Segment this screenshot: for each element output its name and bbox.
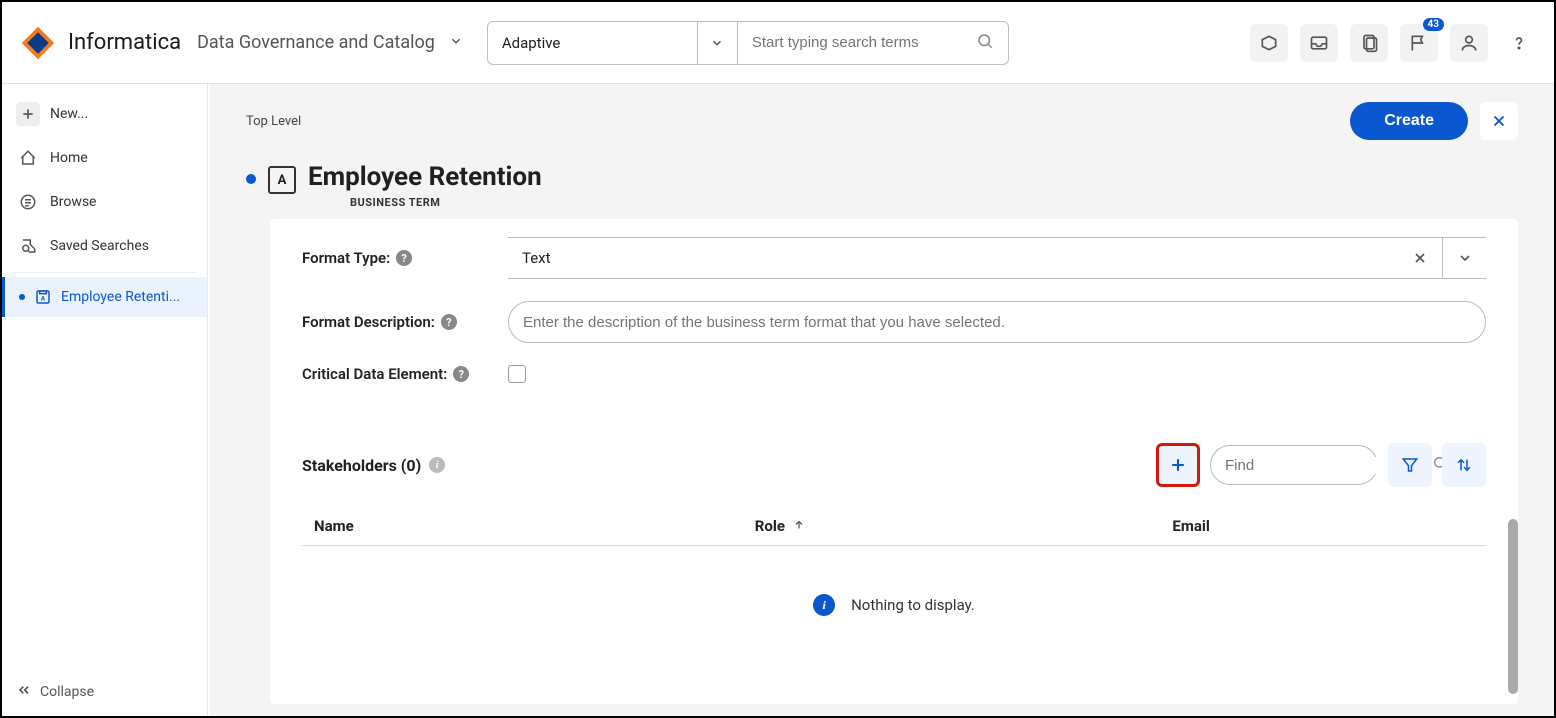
create-button[interactable]: Create: [1350, 102, 1468, 140]
suite-name: Data Governance and Catalog: [197, 32, 435, 53]
inbox-icon[interactable]: [1300, 24, 1338, 62]
flag-icon[interactable]: 43: [1400, 24, 1438, 62]
sidebar-nav: New... Home Browse Saved Searches: [2, 84, 207, 325]
close-button[interactable]: [1480, 102, 1518, 140]
suite-dropdown-caret-icon[interactable]: [449, 34, 463, 52]
table-header-row: Name Role Email: [302, 507, 1486, 546]
clear-icon[interactable]: [1398, 238, 1442, 278]
sort-button[interactable]: [1442, 443, 1486, 487]
sidebar-divider: [12, 272, 197, 273]
stakeholders-table: Name Role Email i Nothing to display.: [302, 507, 1486, 664]
business-term-icon: A: [33, 287, 53, 307]
search-type-caret-icon[interactable]: [698, 22, 738, 64]
stakeholders-title: Stakeholders (0) i: [302, 456, 445, 475]
col-header-role[interactable]: Role: [755, 517, 1173, 535]
cde-row: Critical Data Element: ?: [302, 365, 1486, 383]
sidebar-browse-label: Browse: [50, 194, 96, 210]
col-header-email[interactable]: Email: [1172, 517, 1474, 535]
cde-label-text: Critical Data Element:: [302, 365, 447, 383]
unsaved-indicator-icon: [246, 174, 256, 184]
clipboard-icon[interactable]: [1350, 24, 1388, 62]
asset-type-icon: A: [268, 166, 296, 194]
format-type-label: Format Type: ?: [302, 249, 492, 267]
sidebar-home-label: Home: [50, 150, 88, 166]
brand-block: Informatica Data Governance and Catalog: [18, 23, 463, 63]
form-card: Format Type: ? Text Format Description: …: [270, 219, 1518, 704]
format-desc-input[interactable]: [509, 314, 1485, 331]
informatica-logo-icon: [18, 23, 58, 63]
flag-badge: 43: [1423, 18, 1444, 31]
sidebar-saved-searches[interactable]: Saved Searches: [2, 224, 207, 268]
unsaved-dot-icon: [19, 294, 25, 300]
scrollbar[interactable]: [1508, 519, 1518, 694]
cde-label: Critical Data Element: ?: [302, 365, 492, 383]
page-title-block: A Employee Retention BUSINESS TERM: [210, 148, 1554, 219]
title-text: Employee Retention BUSINESS TERM: [308, 162, 542, 209]
breadcrumb[interactable]: Top Level: [246, 114, 301, 129]
help-icon[interactable]: ?: [453, 366, 469, 382]
format-type-select[interactable]: Text: [508, 237, 1486, 279]
format-type-row: Format Type: ? Text: [302, 237, 1486, 279]
sidebar-collapse-label: Collapse: [40, 684, 94, 700]
add-stakeholder-button[interactable]: [1156, 443, 1200, 487]
app-header: Informatica Data Governance and Catalog …: [2, 2, 1554, 84]
format-type-value: Text: [508, 238, 1398, 278]
sidebar-browse[interactable]: Browse: [2, 180, 207, 224]
cde-checkbox[interactable]: [508, 365, 526, 383]
table-empty-state: i Nothing to display.: [302, 546, 1486, 664]
help-icon[interactable]: [1500, 24, 1538, 62]
plus-icon: [16, 102, 40, 126]
user-icon[interactable]: [1450, 24, 1488, 62]
info-icon[interactable]: i: [429, 457, 445, 473]
sidebar-new-label: New...: [50, 106, 88, 122]
info-icon: i: [813, 594, 835, 616]
saved-search-icon: [16, 234, 40, 258]
global-search: Adaptive: [487, 21, 1009, 65]
ticket-icon[interactable]: [1250, 24, 1288, 62]
stakeholders-header: Stakeholders (0) i: [302, 443, 1486, 487]
page-actions: Create: [1350, 102, 1518, 140]
search-type-select[interactable]: Adaptive: [488, 22, 698, 64]
format-desc-row: Format Description: ?: [302, 301, 1486, 343]
browse-icon: [16, 190, 40, 214]
svg-text:A: A: [41, 294, 46, 302]
chevron-down-icon[interactable]: [1442, 238, 1486, 278]
stakeholders-title-text: Stakeholders (0): [302, 456, 421, 475]
empty-text: Nothing to display.: [851, 596, 975, 614]
stakeholders-toolbar: [1156, 443, 1486, 487]
sidebar-home[interactable]: Home: [2, 136, 207, 180]
stakeholders-find-field: [1210, 445, 1378, 485]
col-header-name[interactable]: Name: [314, 517, 755, 535]
sidebar-tab-employee-retention[interactable]: A Employee Retenti...: [2, 277, 207, 317]
page-title: Employee Retention: [308, 162, 542, 192]
main-content: Top Level Create A Employee Retention BU…: [210, 84, 1554, 716]
search-input[interactable]: [752, 34, 976, 51]
sort-asc-icon: [793, 517, 805, 535]
sidebar: New... Home Browse Saved Searches: [2, 84, 208, 716]
search-input-wrap: [738, 22, 1008, 64]
sidebar-tab-label: Employee Retenti...: [61, 289, 180, 305]
sidebar-new[interactable]: New...: [2, 92, 207, 136]
help-icon[interactable]: ?: [396, 250, 412, 266]
search-type-value: Adaptive: [502, 34, 561, 52]
page-topbar: Top Level Create: [210, 84, 1554, 148]
search-icon[interactable]: [976, 32, 994, 54]
sidebar-saved-label: Saved Searches: [50, 238, 149, 254]
filter-button[interactable]: [1388, 443, 1432, 487]
collapse-icon: [16, 682, 32, 702]
sidebar-open-tabs: A Employee Retenti...: [2, 277, 207, 317]
help-icon[interactable]: ?: [441, 314, 457, 330]
col-header-role-text: Role: [755, 517, 785, 535]
page-subtitle: BUSINESS TERM: [350, 196, 542, 209]
format-desc-label: Format Description: ?: [302, 313, 492, 331]
format-type-label-text: Format Type:: [302, 249, 390, 267]
format-desc-label-text: Format Description:: [302, 313, 435, 331]
brand-name: Informatica: [68, 30, 181, 55]
sidebar-collapse[interactable]: Collapse: [2, 668, 207, 716]
home-icon: [16, 146, 40, 170]
format-desc-field: [508, 301, 1486, 343]
